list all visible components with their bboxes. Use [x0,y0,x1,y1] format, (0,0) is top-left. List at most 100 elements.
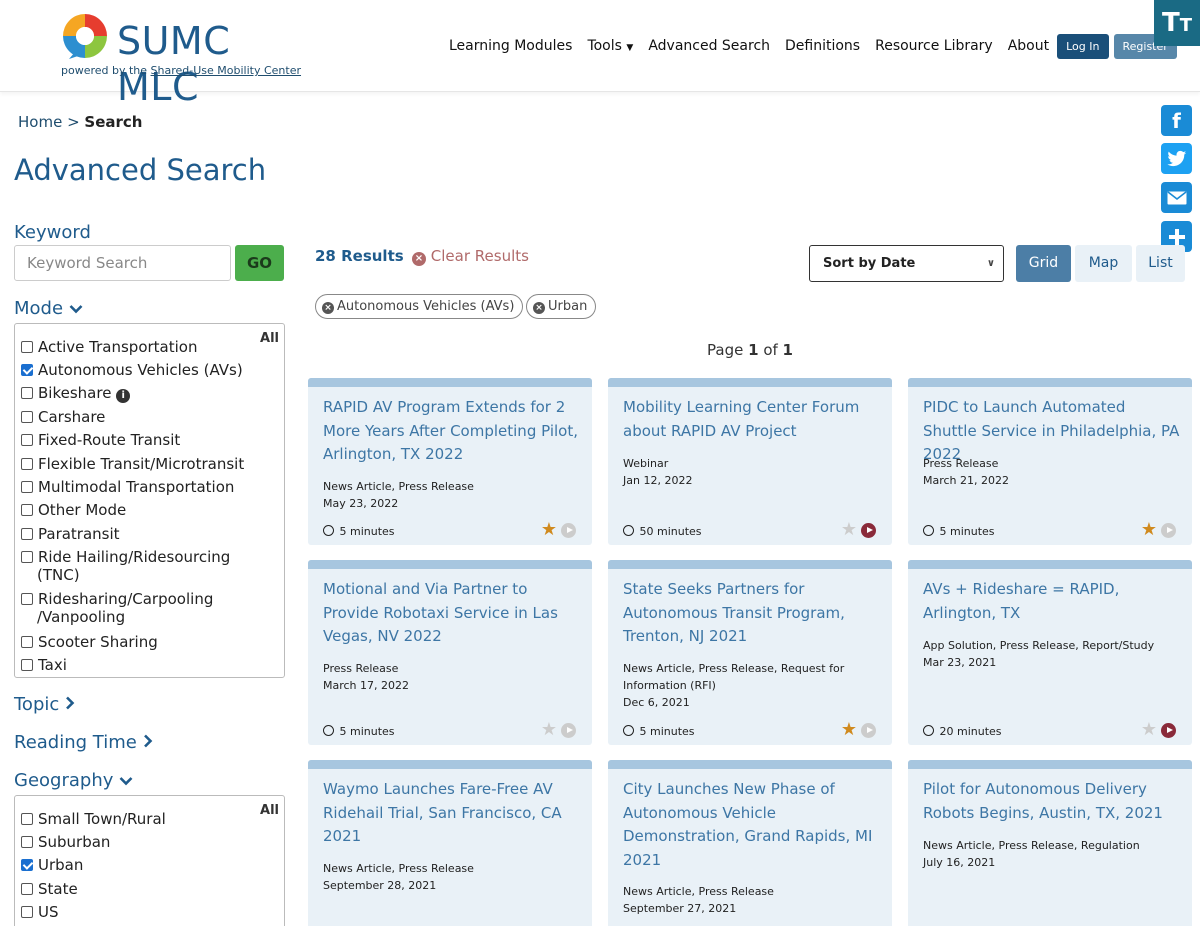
card-title[interactable]: Pilot for Autonomous Delivery Robots Beg… [923,778,1183,825]
geography-option[interactable]: Small Town/Rural [21,810,166,828]
mode-option[interactable]: Taxi [21,656,67,674]
mode-option[interactable]: Multimodal Transportation [21,478,234,496]
geography-option[interactable]: US [21,903,59,921]
checkbox[interactable] [21,458,33,470]
page-total: 1 [782,341,793,359]
result-card[interactable]: Motional and Via Partner to Provide Robo… [308,560,592,745]
checkbox[interactable] [21,659,33,671]
mode-option[interactable]: Active Transportation [21,338,197,356]
checkbox[interactable] [21,636,33,648]
result-card[interactable]: State Seeks Partners for Autonomous Tran… [608,560,892,745]
card-title[interactable]: Mobility Learning Center Forum about RAP… [623,396,883,443]
checkbox[interactable] [21,883,33,895]
text-size-button[interactable]: TT [1154,0,1200,46]
checkbox[interactable] [21,504,33,516]
card-title[interactable]: AVs + Rideshare = RAPID, Arlington, TX [923,578,1183,625]
checkbox[interactable] [21,551,33,563]
site-logo[interactable]: SUMC MLC powered by the Shared-Use Mobil… [61,12,311,109]
mode-option[interactable]: Scooter Sharing [21,633,158,651]
result-card[interactable]: City Launches New Phase of Autonomous Ve… [608,760,892,926]
geography-option-label: State [38,880,78,898]
nav-about[interactable]: About [1008,38,1049,54]
filter-chip-urban[interactable]: × Urban [526,294,597,319]
result-card[interactable]: PIDC to Launch Automated Shuttle Service… [908,378,1192,545]
view-grid-button[interactable]: Grid [1016,245,1071,282]
mode-option-label: Other Mode [38,501,127,519]
topic-toggle[interactable]: Topic [14,694,75,715]
checkbox[interactable] [21,813,33,825]
facebook-share-icon[interactable]: f [1161,105,1192,136]
geography-option[interactable]: Urban [21,856,83,874]
checkbox[interactable] [21,411,33,423]
checkbox-checked[interactable] [21,859,33,871]
card-date: May 23, 2022 [323,497,399,510]
checkbox[interactable] [21,906,33,918]
remove-filter-icon[interactable]: × [533,302,545,314]
mode-option[interactable]: Carshare [21,408,105,426]
filter-chip-avs[interactable]: × Autonomous Vehicles (AVs) [315,294,524,319]
checkbox-checked[interactable] [21,364,33,376]
nav-advanced-search[interactable]: Advanced Search [648,38,770,54]
card-title[interactable]: RAPID AV Program Extends for 2 More Year… [323,396,583,467]
checkbox[interactable] [21,341,33,353]
mode-select-all[interactable]: All [260,331,279,346]
geography-select-all[interactable]: All [260,803,279,818]
result-card[interactable]: Mobility Learning Center Forum about RAP… [608,378,892,545]
mode-option[interactable]: Paratransit [21,525,120,543]
card-title[interactable]: Waymo Launches Fare-Free AV Ridehail Tri… [323,778,583,849]
sort-select[interactable]: Sort by Date ∨ [809,245,1004,282]
checkbox[interactable] [21,528,33,540]
sumc-link[interactable]: Shared-Use Mobility Center [151,64,301,77]
mode-option[interactable]: Other Mode [21,501,126,519]
geography-option[interactable]: Suburban [21,833,110,851]
card-date: September 28, 2021 [323,879,437,892]
result-card[interactable]: Waymo Launches Fare-Free AV Ridehail Tri… [308,760,592,926]
email-share-icon[interactable] [1161,182,1192,213]
mode-option[interactable]: Autonomous Vehicles (AVs) [21,361,243,379]
mode-option[interactable]: Bikeshare i [21,384,131,403]
card-type: Webinar Jan 12, 2022 [623,455,883,489]
main-nav: Learning Modules Tools ▼ Advanced Search… [449,33,1177,59]
login-button[interactable]: Log In [1057,33,1109,59]
card-title[interactable]: State Seeks Partners for Autonomous Tran… [623,578,883,649]
result-card[interactable]: Pilot for Autonomous Delivery Robots Beg… [908,760,1192,926]
mode-option[interactable]: Fixed-Route Transit [21,431,180,449]
card-type: Press Release March 21, 2022 [923,455,1183,489]
checkbox[interactable] [21,387,33,399]
info-icon[interactable]: i [116,389,131,403]
go-button[interactable]: GO [235,245,284,281]
checkbox[interactable] [21,836,33,848]
twitter-share-icon[interactable] [1161,143,1192,174]
result-card[interactable]: RAPID AV Program Extends for 2 More Year… [308,378,592,545]
mode-toggle[interactable]: Mode [14,298,83,319]
logo-powered-by: powered by the Shared-Use Mobility Cente… [61,64,301,77]
mode-option-label: Scooter Sharing [38,633,158,651]
nav-resource-library[interactable]: Resource Library [875,38,993,54]
mode-option[interactable]: Flexible Transit/Microtransit [21,455,244,473]
play-icon [561,722,576,738]
result-card[interactable]: AVs + Rideshare = RAPID, Arlington, TX A… [908,560,1192,745]
nav-definitions[interactable]: Definitions [785,38,860,54]
nav-tools[interactable]: Tools ▼ [587,38,633,54]
card-date: September 27, 2021 [623,902,737,915]
geography-option[interactable]: State [21,880,78,898]
play-icon [1161,722,1176,738]
card-reading-time: 5 minutes [323,725,395,738]
breadcrumb-home[interactable]: Home [18,113,62,131]
keyword-search-input[interactable]: Keyword Search [14,245,231,281]
clear-results-button[interactable]: × Clear Results [412,247,529,266]
mode-option[interactable]: Ridesharing/Carpooling/Vanpooling [21,590,213,626]
mode-option[interactable]: Ride Hailing/Ridesourcing (TNC) [21,548,230,584]
checkbox[interactable] [21,481,33,493]
view-map-button[interactable]: Map [1075,245,1132,282]
card-type: App Solution, Press Release, Report/Stud… [923,637,1183,671]
geography-toggle[interactable]: Geography [14,770,133,791]
card-title[interactable]: City Launches New Phase of Autonomous Ve… [623,778,883,872]
checkbox[interactable] [21,593,33,605]
card-title[interactable]: Motional and Via Partner to Provide Robo… [323,578,583,649]
reading-time-toggle[interactable]: Reading Time [14,732,153,753]
view-list-button[interactable]: List [1136,245,1185,282]
checkbox[interactable] [21,434,33,446]
remove-filter-icon[interactable]: × [322,302,334,314]
nav-learning-modules[interactable]: Learning Modules [449,38,572,54]
